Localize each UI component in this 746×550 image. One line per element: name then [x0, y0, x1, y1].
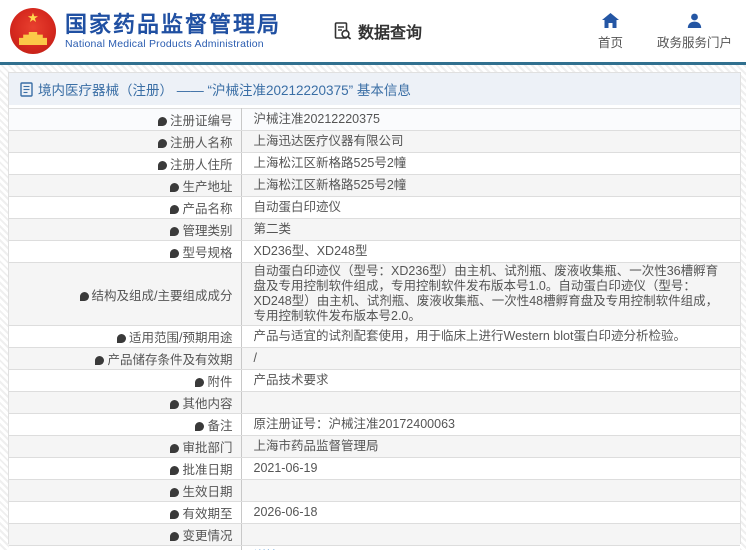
note-icon	[170, 488, 180, 497]
page-title-bar: 境内医疗器械（注册） —— “沪械注准20212220375” 基本信息	[9, 73, 740, 105]
note-icon	[79, 291, 89, 301]
note-icon	[170, 444, 180, 453]
field-label: 生产地址	[9, 174, 242, 197]
field-label: 注册人住所	[9, 152, 242, 175]
site-header: 国家药品监督管理局 National Medical Products Admi…	[0, 0, 746, 62]
field-value	[241, 523, 740, 546]
table-row: 型号规格 XD236型、XD248型	[9, 240, 740, 263]
agency-name-en: National Medical Products Administration	[65, 38, 264, 50]
table-row: 其他内容	[9, 391, 740, 414]
page-background: 境内医疗器械（注册） —— “沪械注准20212220375” 基本信息 注册证…	[0, 65, 746, 550]
field-value: 上海市药品监督管理局	[241, 435, 740, 458]
field-value: 自动蛋白印迹仪	[241, 196, 740, 219]
note-icon	[170, 400, 180, 409]
field-label: 变更情况	[9, 523, 242, 546]
note-icon	[170, 532, 180, 541]
note-icon	[170, 466, 180, 475]
table-row: 产品名称 自动蛋白印迹仪	[9, 196, 740, 219]
table-row: 适用范围/预期用途 产品与适宜的试剂配套使用，用于临床上进行Western bl…	[9, 325, 740, 348]
field-value: 2021-06-19	[241, 457, 740, 480]
agency-title-block: 国家药品监督管理局 National Medical Products Admi…	[65, 12, 281, 50]
field-value: 详情	[241, 545, 740, 550]
field-label: 产品储存条件及有效期	[9, 347, 242, 370]
field-value: 产品技术要求	[241, 369, 740, 392]
note-icon	[195, 378, 205, 387]
note-icon	[157, 117, 167, 126]
field-value: 沪械注准20212220375	[241, 108, 740, 131]
field-value: 产品与适宜的试剂配套使用，用于临床上进行Western blot蛋白印迹分析检验…	[241, 325, 740, 348]
table-row: 有效期至 2026-06-18	[9, 501, 740, 524]
field-label: 结构及组成/主要组成成分	[9, 262, 242, 326]
note-icon	[170, 183, 180, 192]
table-row: 批准日期 2021-06-19	[9, 457, 740, 480]
table-row: 变更情况	[9, 523, 740, 546]
field-label: 附件	[9, 369, 242, 392]
table-row: 注册人住所 上海松江区新格路525号2幢	[9, 152, 740, 175]
field-label: 适用范围/预期用途	[9, 325, 242, 348]
field-label: 备注	[9, 413, 242, 436]
field-label: 有效期至	[9, 501, 242, 524]
note-icon	[170, 249, 180, 258]
field-value: 第二类	[241, 218, 740, 241]
field-label: 型号规格	[9, 240, 242, 263]
info-table: 注册证编号 沪械注准20212220375 注册人名称 上海迅达医疗仪器有限公司…	[9, 108, 740, 550]
field-value: 2026-06-18	[241, 501, 740, 524]
document-icon	[20, 81, 33, 97]
national-emblem-logo	[10, 8, 56, 54]
field-label: 生效日期	[9, 479, 242, 502]
field-value: /	[241, 347, 740, 370]
user-icon	[687, 12, 702, 28]
table-row: 备注 原注册证号：沪械注准20172400063	[9, 413, 740, 436]
agency-name-zh: 国家药品监督管理局	[65, 12, 282, 37]
info-table-body: 注册证编号 沪械注准20212220375 注册人名称 上海迅达医疗仪器有限公司…	[9, 108, 740, 550]
field-value	[241, 391, 740, 414]
content-panel: 境内医疗器械（注册） —— “沪械注准20212220375” 基本信息 注册证…	[8, 72, 741, 550]
field-label: 其他内容	[9, 391, 242, 414]
table-row: 生效日期	[9, 479, 740, 502]
field-value	[241, 479, 740, 502]
nav-home-label: 首页	[597, 35, 623, 50]
note-icon	[170, 510, 180, 519]
document-search-icon	[334, 22, 352, 40]
field-value: 原注册证号：沪械注准20172400063	[241, 413, 740, 436]
field-label: 批准日期	[9, 457, 242, 480]
note-icon	[157, 161, 167, 170]
table-row: 附件 产品技术要求	[9, 369, 740, 392]
note-icon	[195, 422, 205, 431]
field-value: 上海松江区新格路525号2幢	[241, 152, 740, 175]
table-row: 注册人名称 上海迅达医疗仪器有限公司	[9, 130, 740, 153]
field-value: 上海迅达医疗仪器有限公司	[241, 130, 740, 153]
nav-gov-portal-label: 政务服务门户	[656, 35, 732, 50]
field-label: 注	[9, 545, 242, 550]
data-query-tab[interactable]: 数据查询	[333, 19, 422, 43]
field-label: 审批部门	[9, 435, 242, 458]
field-value: 自动蛋白印迹仪（型号：XD236型）由主机、试剂瓶、废液收集瓶、一次性36槽孵育…	[241, 262, 740, 326]
home-icon	[601, 12, 619, 28]
note-icon	[157, 139, 167, 148]
table-row: 结构及组成/主要组成成分 自动蛋白印迹仪（型号：XD236型）由主机、试剂瓶、废…	[9, 262, 740, 326]
data-query-label: 数据查询	[358, 25, 423, 42]
field-label: 管理类别	[9, 218, 242, 241]
field-value: XD236型、XD248型	[241, 240, 740, 263]
note-icon	[170, 227, 180, 236]
field-label: 产品名称	[9, 196, 242, 219]
table-row: 注册证编号 沪械注准20212220375	[9, 108, 740, 131]
page-title: 境内医疗器械（注册） —— “沪械注准20212220375” 基本信息	[38, 83, 411, 98]
nav-home[interactable]: 首页	[598, 12, 623, 51]
note-icon	[95, 356, 105, 365]
table-row: 审批部门 上海市药品监督管理局	[9, 435, 740, 458]
table-row: 生产地址 上海松江区新格路525号2幢	[9, 174, 740, 197]
note-icon	[170, 205, 180, 214]
table-row: 管理类别 第二类	[9, 218, 740, 241]
field-label: 注册人名称	[9, 130, 242, 153]
nav-gov-portal[interactable]: 政务服务门户	[657, 12, 732, 51]
field-value: 上海松江区新格路525号2幢	[241, 174, 740, 197]
field-label: 注册证编号	[9, 108, 242, 131]
table-row: 注 详情	[9, 545, 740, 550]
note-icon	[117, 334, 127, 343]
table-row: 产品储存条件及有效期 /	[9, 347, 740, 370]
